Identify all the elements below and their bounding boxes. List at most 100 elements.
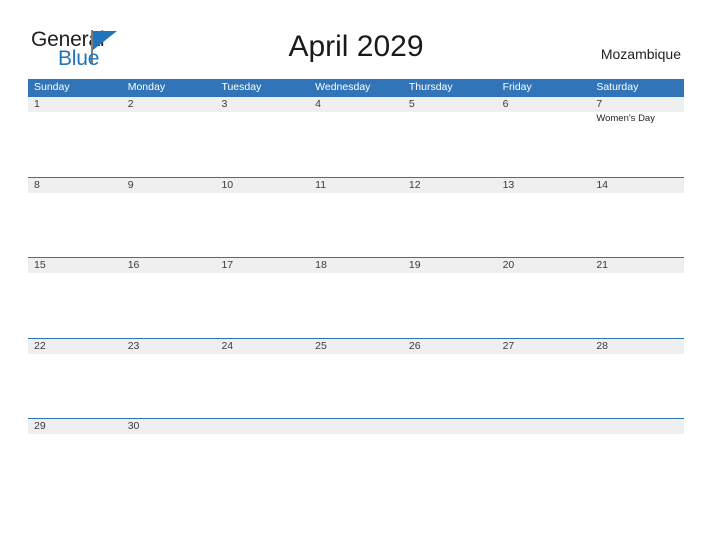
day-cell[interactable]: 21: [590, 258, 684, 339]
day-events: [34, 273, 122, 274]
day-events: [34, 434, 122, 435]
day-events: [409, 354, 497, 355]
day-cell[interactable]: 27: [497, 339, 591, 420]
day-number: 13: [502, 178, 515, 191]
day-cell-empty: [309, 419, 403, 500]
day-number: 21: [596, 259, 608, 271]
day-number: 30: [127, 420, 140, 432]
day-number: 27: [502, 339, 515, 352]
day-events: [503, 273, 591, 274]
day-cell[interactable]: 22: [28, 339, 122, 420]
day-cell[interactable]: 17: [215, 258, 309, 339]
day-number: 23: [127, 339, 140, 352]
day-cell[interactable]: 2: [122, 97, 216, 178]
day-cell[interactable]: 6: [497, 97, 591, 178]
day-events: [409, 112, 497, 113]
day-cell[interactable]: 20: [497, 258, 591, 339]
day-events: [128, 273, 216, 274]
day-number: 18: [315, 259, 327, 271]
day-events: [128, 112, 216, 113]
day-events: [221, 354, 309, 355]
day-cell[interactable]: 11: [309, 178, 403, 259]
day-cell[interactable]: 8: [28, 178, 122, 259]
page-header: General Blue April 2029 Mozambique: [0, 0, 712, 78]
day-number: 15: [34, 259, 46, 271]
day-cell[interactable]: 28: [590, 339, 684, 420]
day-cell[interactable]: 7 Women's Day: [590, 97, 684, 178]
calendar-grid: Sunday Monday Tuesday Wednesday Thursday…: [28, 79, 684, 499]
day-cell[interactable]: 19: [403, 258, 497, 339]
day-number: 28: [596, 339, 608, 352]
day-number: 14: [596, 178, 608, 191]
day-events: [596, 193, 684, 194]
day-events: [315, 112, 403, 113]
day-number: 2: [127, 98, 134, 110]
day-events: [315, 354, 403, 355]
event-label: Women's Day: [596, 113, 655, 124]
day-number: 19: [408, 259, 421, 271]
day-number: 17: [221, 259, 234, 271]
day-number: 8: [34, 178, 40, 191]
day-cell[interactable]: 9: [122, 178, 216, 259]
day-cell[interactable]: 26: [403, 339, 497, 420]
day-events: [409, 193, 497, 194]
day-cell[interactable]: 10: [215, 178, 309, 259]
day-cell-empty: [497, 419, 591, 500]
day-number: 9: [127, 178, 134, 191]
day-events: [596, 273, 684, 274]
day-number: 1: [34, 98, 40, 110]
calendar-page: General Blue April 2029 Mozambique Sunda…: [0, 0, 712, 550]
day-cell[interactable]: 4: [309, 97, 403, 178]
day-events: [221, 273, 309, 274]
day-number: 25: [315, 339, 327, 352]
weekday-thursday: Thursday: [408, 81, 453, 93]
weekday-header-row: Sunday Monday Tuesday Wednesday Thursday…: [28, 79, 684, 96]
day-number: 3: [221, 98, 228, 110]
day-events: Women's Day: [596, 112, 684, 125]
day-events: [34, 112, 122, 113]
day-events: [315, 273, 403, 274]
day-events: [128, 434, 216, 435]
day-number: 16: [127, 259, 140, 271]
day-cell[interactable]: 29: [28, 419, 122, 500]
day-events: [128, 354, 216, 355]
day-number: 4: [315, 98, 321, 110]
day-cell[interactable]: 30: [122, 419, 216, 500]
country-label: Mozambique: [600, 46, 681, 62]
weekday-saturday: Saturday: [596, 81, 639, 93]
day-cell[interactable]: 14: [590, 178, 684, 259]
day-number: 29: [34, 420, 46, 432]
day-number: 7: [596, 98, 603, 110]
week-row: 1 2 3 4 5 6 7 Women's Day: [28, 96, 684, 177]
day-events: [503, 112, 591, 113]
day-cell[interactable]: 15: [28, 258, 122, 339]
day-number: 12: [408, 178, 421, 191]
weekday-tuesday: Tuesday: [221, 81, 262, 93]
weekday-wednesday: Wednesday: [315, 81, 371, 93]
day-events: [34, 193, 122, 194]
day-cell-empty: [590, 419, 684, 500]
day-cell[interactable]: 23: [122, 339, 216, 420]
day-number: 6: [502, 98, 509, 110]
day-cell[interactable]: 3: [215, 97, 309, 178]
day-cell[interactable]: 13: [497, 178, 591, 259]
day-events: [34, 354, 122, 355]
weekday-friday: Friday: [502, 81, 532, 93]
day-number: 10: [221, 178, 234, 191]
weekday-sunday: Sunday: [34, 81, 70, 93]
weekday-monday: Monday: [127, 81, 166, 93]
week-row: 22 23 24 25 26 27 28: [28, 337, 684, 420]
week-row: 29 30: [28, 418, 684, 499]
day-cell[interactable]: 12: [403, 178, 497, 259]
day-cell-empty: [215, 419, 309, 500]
day-cell[interactable]: 1: [28, 97, 122, 178]
day-cell[interactable]: 16: [122, 258, 216, 339]
day-cell[interactable]: 24: [215, 339, 309, 420]
day-events: [409, 273, 497, 274]
day-cell[interactable]: 25: [309, 339, 403, 420]
day-cell[interactable]: 18: [309, 258, 403, 339]
day-events: [315, 193, 403, 194]
day-events: [503, 354, 591, 355]
day-number: 20: [502, 259, 515, 271]
day-cell[interactable]: 5: [403, 97, 497, 178]
